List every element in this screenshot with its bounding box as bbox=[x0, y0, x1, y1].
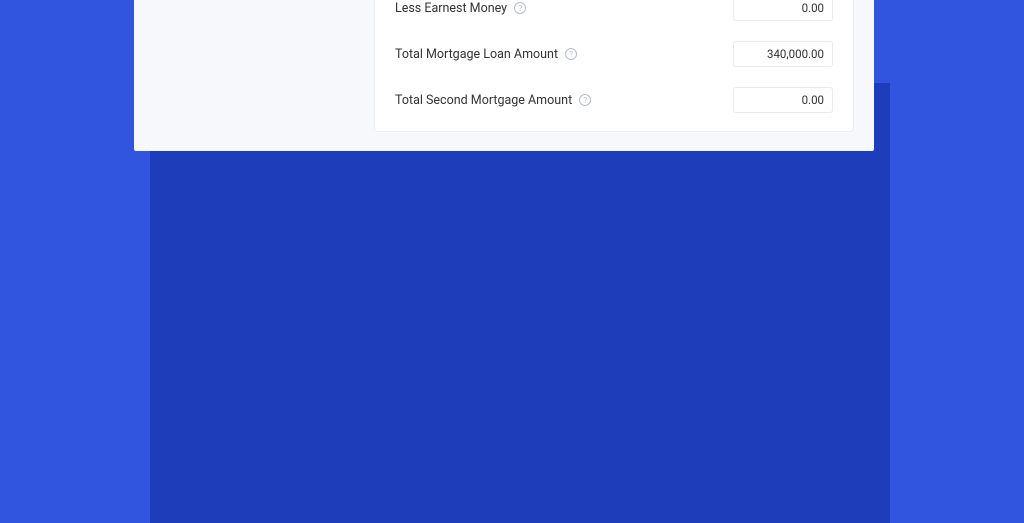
info-icon[interactable]: ? bbox=[565, 48, 577, 60]
info-icon[interactable]: ? bbox=[579, 94, 591, 106]
info-icon[interactable]: ? bbox=[514, 2, 526, 14]
ws-row-mortgage-amount: Total Mortgage Loan Amount ? 340,000.00 bbox=[395, 31, 833, 77]
ws-row-second-mortgage: Total Second Mortgage Amount ? 0.00 bbox=[395, 77, 833, 123]
ws-input-mortgage-amount[interactable]: 340,000.00 bbox=[733, 41, 833, 67]
ws-row-earnest-money: Less Earnest Money ? 0.00 bbox=[395, 0, 833, 31]
ws-input-earnest-money[interactable]: 0.00 bbox=[733, 0, 833, 21]
inputs-panel: Property Zip Code: Home price: $425,000 … bbox=[134, 0, 374, 151]
ws-input-second-mortgage[interactable]: 0.00 bbox=[733, 87, 833, 113]
results-panel: Cash to Close Summary Estimated Closing … bbox=[374, 0, 874, 151]
ws-label: Total Mortgage Loan Amount bbox=[395, 47, 558, 62]
calculator-card: Property Zip Code: Home price: $425,000 … bbox=[134, 0, 874, 151]
card-shadow: Property Zip Code: Home price: $425,000 … bbox=[150, 83, 890, 523]
worksheet-box: Total Cash to Close Worksheet Purchase P… bbox=[374, 0, 854, 132]
ws-label: Total Second Mortgage Amount bbox=[395, 93, 572, 108]
ws-label: Less Earnest Money bbox=[395, 1, 507, 16]
